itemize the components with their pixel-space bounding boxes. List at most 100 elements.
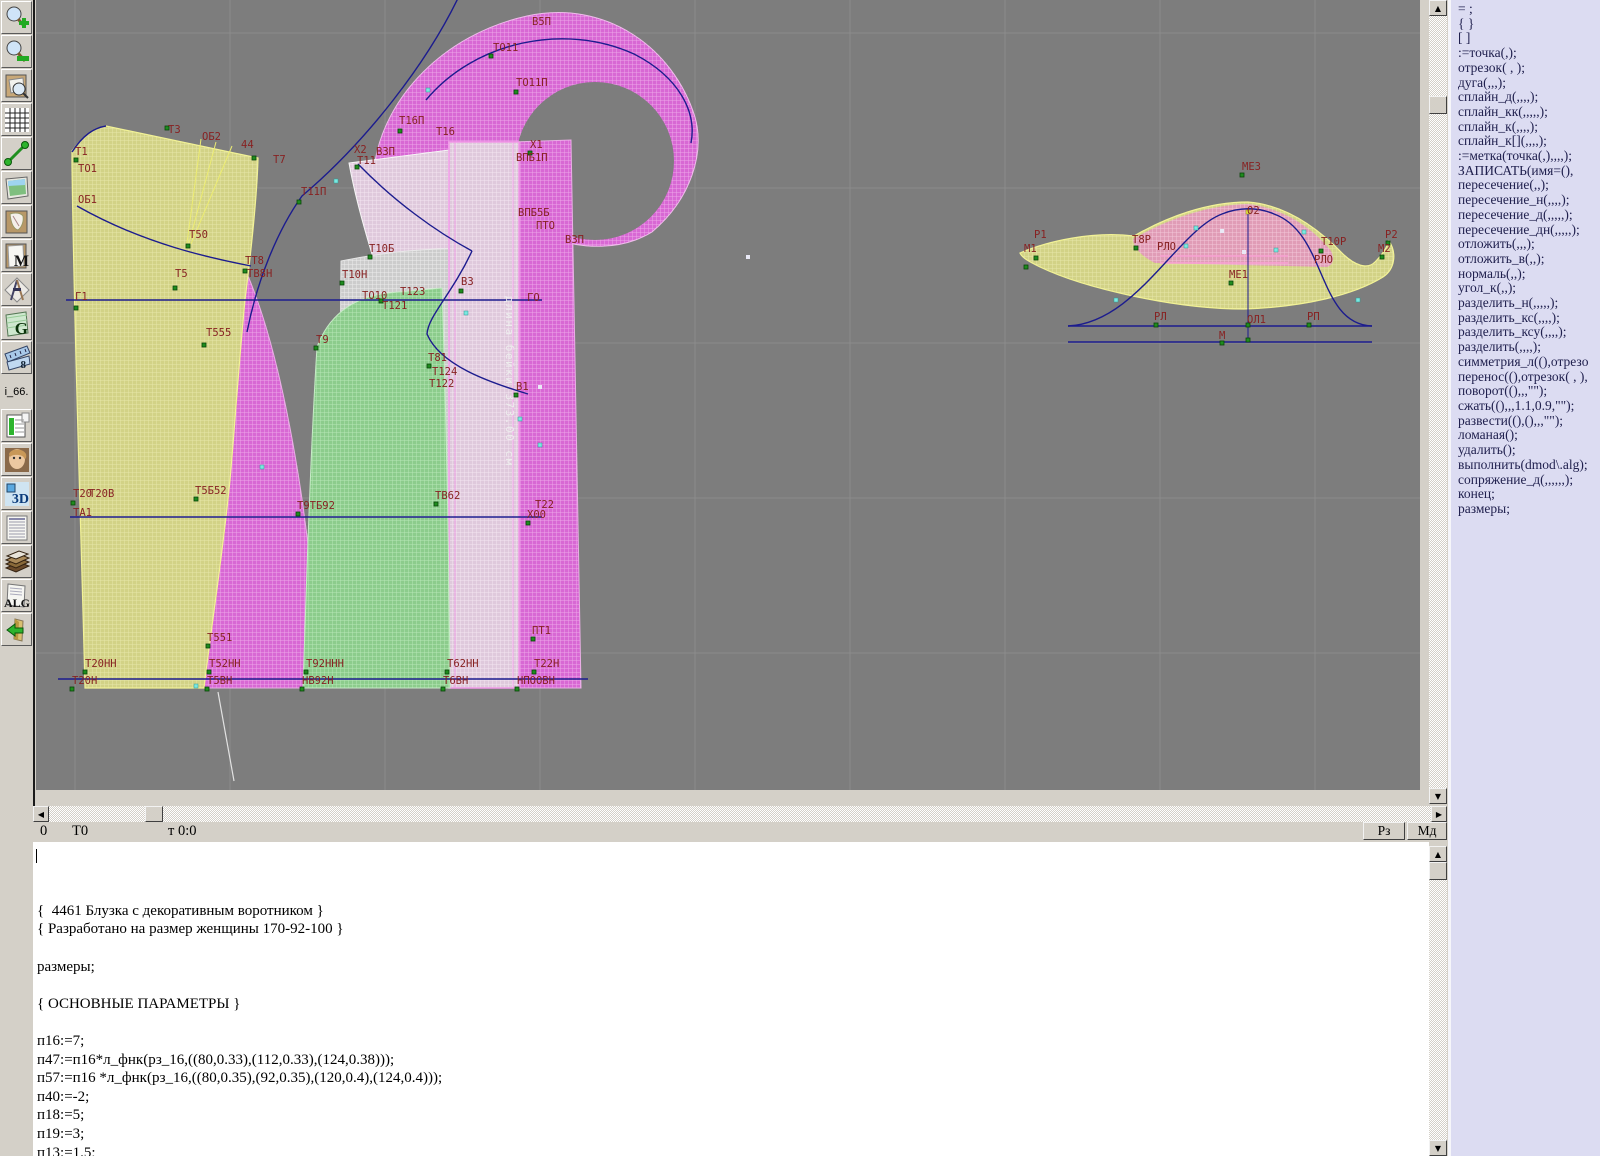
canvas-point[interactable] — [296, 199, 302, 205]
canvas-point[interactable] — [530, 636, 536, 642]
canvas-point[interactable] — [513, 89, 519, 95]
command-item[interactable]: поворот((),,,""); — [1458, 384, 1600, 399]
command-item[interactable]: сопряжение_д(,,,,,,); — [1458, 472, 1600, 488]
grid-button[interactable] — [1, 103, 32, 136]
zoom-in-button[interactable] — [1, 1, 32, 34]
command-item[interactable]: пересечение_дн(,,,,,); — [1458, 222, 1600, 238]
canvas-point[interactable] — [513, 392, 519, 398]
canvas-point[interactable] — [425, 87, 431, 93]
canvas-point[interactable] — [746, 255, 750, 259]
canvas-point[interactable] — [1306, 322, 1312, 328]
canvas-point[interactable] — [1379, 254, 1385, 260]
command-item[interactable]: дуга(,,,); — [1458, 75, 1600, 91]
canvas-point[interactable] — [204, 686, 210, 692]
rz-button[interactable]: Рз — [1363, 822, 1405, 840]
command-item[interactable]: :=точка(,); — [1458, 45, 1600, 61]
canvas-point[interactable] — [313, 345, 319, 351]
alg-button[interactable]: ALG — [1, 579, 32, 612]
image-button[interactable] — [1, 171, 32, 204]
command-item[interactable]: ломаная(); — [1458, 428, 1600, 443]
canvas-point[interactable] — [1133, 245, 1139, 251]
editor-vscroll-track[interactable] — [1429, 862, 1447, 1140]
canvas-point[interactable] — [303, 669, 309, 675]
canvas-point[interactable] — [201, 342, 207, 348]
canvas-point[interactable] — [295, 511, 301, 517]
canvas-point[interactable] — [1239, 172, 1245, 178]
i66-button[interactable]: i_66. — [1, 375, 32, 408]
command-item[interactable]: пересечение(,,); — [1458, 178, 1600, 193]
canvas-point[interactable] — [440, 686, 446, 692]
canvas-point[interactable] — [1273, 247, 1279, 253]
canvas-point[interactable] — [1318, 248, 1324, 254]
command-item[interactable]: отложить_в(,,); — [1458, 251, 1600, 267]
canvas-point[interactable] — [333, 178, 339, 184]
canvas-point[interactable] — [488, 53, 494, 59]
canvas-point[interactable] — [172, 285, 178, 291]
canvas-point[interactable] — [531, 669, 537, 675]
canvas-point[interactable] — [82, 669, 88, 675]
command-item[interactable]: выполнить(dmod\.alg); — [1458, 457, 1600, 473]
command-item[interactable]: разделить_ксу(,,,,); — [1458, 325, 1600, 340]
list-button[interactable] — [1, 511, 32, 544]
canvas-point[interactable] — [70, 500, 76, 506]
command-panel[interactable]: = ;{ }[ ]:=точка(,); отрезок( , ); дуга(,,… — [1448, 0, 1600, 1156]
command-item[interactable]: [ ] — [1458, 31, 1600, 46]
command-item[interactable]: ЗАПИСАТЬ(имя=(), — [1458, 163, 1600, 179]
canvas-point[interactable] — [538, 385, 542, 389]
canvas-point[interactable] — [367, 254, 373, 260]
canvas-vscroll-down[interactable]: ▼ — [1429, 788, 1447, 804]
command-item[interactable]: разделить_кс(,,,,); — [1458, 310, 1600, 326]
command-item[interactable]: сплайн_к[](,,,,); — [1458, 134, 1600, 149]
canvas-vscroll-track[interactable] — [1429, 16, 1447, 788]
canvas-point[interactable] — [1228, 280, 1234, 286]
canvas-hscroll-track[interactable] — [49, 806, 1431, 822]
command-item[interactable]: размеры; — [1458, 501, 1600, 517]
m-doc-button[interactable]: M — [1, 239, 32, 272]
canvas-point[interactable] — [458, 288, 464, 294]
canvas-point[interactable] — [1113, 297, 1119, 303]
command-item[interactable]: сжать((),,,1.1,0.9,""); — [1458, 398, 1600, 414]
drawing-canvas[interactable]: длина бейки 373.00 см Т1 ТО1 ОБ1 Т3 ОБ2 44 Т7 Т… — [36, 0, 1420, 790]
canvas-point[interactable] — [426, 363, 432, 369]
command-item[interactable]: :=метка(точка(,),,,,); — [1458, 148, 1600, 164]
draft-button[interactable] — [1, 273, 32, 306]
canvas-point[interactable] — [1301, 229, 1307, 235]
md-button[interactable]: Мд — [1407, 822, 1447, 840]
editor-vscroll-down[interactable]: ▼ — [1429, 1140, 1447, 1156]
table-button[interactable] — [1, 409, 32, 442]
zoom-out-button[interactable] — [1, 35, 32, 68]
canvas-point[interactable] — [1193, 225, 1199, 231]
editor-vscroll-up[interactable]: ▲ — [1429, 846, 1447, 862]
command-item[interactable]: сплайн_к(,,,,); — [1458, 119, 1600, 135]
command-item[interactable]: развести((),(),,,""); — [1458, 413, 1600, 429]
canvas-point[interactable] — [206, 669, 212, 675]
exit-button[interactable] — [1, 613, 32, 646]
command-item[interactable]: { } — [1458, 16, 1600, 32]
canvas-point[interactable] — [193, 496, 199, 502]
command-item[interactable]: сплайн_кк(,,,,,); — [1458, 104, 1600, 120]
canvas-point[interactable] — [339, 280, 345, 286]
g-doc-button[interactable]: G — [1, 307, 32, 340]
canvas-point[interactable] — [537, 442, 543, 448]
command-item[interactable]: отложить(,,,); — [1458, 237, 1600, 252]
canvas-point[interactable] — [463, 310, 469, 316]
canvas-point[interactable] — [1355, 297, 1361, 303]
preview-button[interactable] — [1, 69, 32, 102]
canvas-point[interactable] — [259, 464, 265, 470]
canvas-point[interactable] — [1183, 243, 1189, 249]
command-item[interactable]: перенос((),отрезок( , ), — [1458, 369, 1600, 385]
canvas-hscroll-thumb[interactable] — [145, 806, 163, 822]
canvas-point[interactable] — [69, 686, 75, 692]
command-item[interactable]: угол_к(,,); — [1458, 281, 1600, 296]
portrait-button[interactable] — [1, 443, 32, 476]
canvas-point[interactable] — [193, 683, 199, 689]
canvas-vscroll-thumb[interactable] — [1429, 96, 1447, 114]
command-item[interactable]: симметрия_л((),отрезо — [1458, 354, 1600, 370]
canvas-point[interactable] — [1023, 264, 1029, 270]
ruler-button[interactable]: 8 — [1, 341, 32, 374]
piece-green[interactable] — [302, 287, 451, 689]
canvas-point[interactable] — [73, 157, 79, 163]
command-item[interactable]: отрезок( , ); — [1458, 60, 1600, 76]
canvas-point[interactable] — [185, 243, 191, 249]
pattern-button[interactable] — [1, 205, 32, 238]
